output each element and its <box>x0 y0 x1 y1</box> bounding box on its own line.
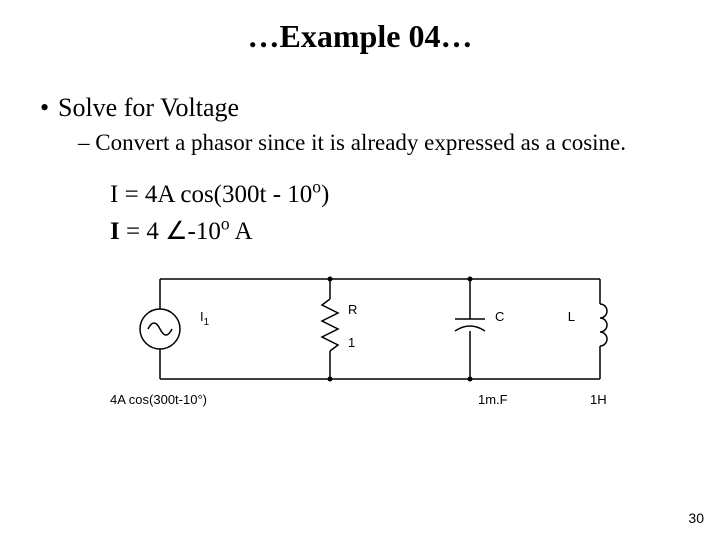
bullet-level-1: •Solve for Voltage <box>40 93 690 123</box>
source-value: 4A cos(300t-10°) <box>110 392 207 407</box>
page-number: 30 <box>688 510 704 526</box>
eq2-mid: = 4 <box>120 218 165 245</box>
l-label: L <box>568 309 575 324</box>
l-value: 1H <box>590 392 607 407</box>
source-label: I1 <box>200 309 210 328</box>
r-label: R <box>348 302 357 317</box>
slide: …Example 04… •Solve for Voltage – Conver… <box>0 0 720 540</box>
equation-line-2: I = 4 ∠-10o A <box>110 213 690 251</box>
bullet1-text: Solve for Voltage <box>58 93 239 122</box>
angle-symbol: ∠ <box>165 217 187 245</box>
page-title: …Example 04… <box>0 0 720 55</box>
eq1-sup: o <box>312 176 321 196</box>
equation-line-1: I = 4A cos(300t - 10o) <box>110 176 690 214</box>
r-value: 1 <box>348 335 355 350</box>
eq1-post: ) <box>321 181 329 208</box>
eq1-pre: I = 4A cos(300t - 10 <box>110 181 312 208</box>
bullet-dot: • <box>40 93 58 123</box>
c-label: C <box>495 309 504 324</box>
eq2-unit: A <box>230 218 253 245</box>
eq2-sup: o <box>221 214 230 234</box>
circuit-diagram: I1 4A cos(300t-10°) R 1 C 1m.F L 1H <box>100 259 620 419</box>
c-value: 1m.F <box>478 392 508 407</box>
bullet2-text: Convert a phasor since it is already exp… <box>95 130 626 155</box>
body: •Solve for Voltage – Convert a phasor si… <box>0 55 720 419</box>
bullet-level-2: – Convert a phasor since it is already e… <box>78 129 690 158</box>
eq2-pre: I <box>110 218 120 245</box>
equation-block: I = 4A cos(300t - 10o) I = 4 ∠-10o A <box>110 176 690 251</box>
eq2-post: -10 <box>188 218 221 245</box>
